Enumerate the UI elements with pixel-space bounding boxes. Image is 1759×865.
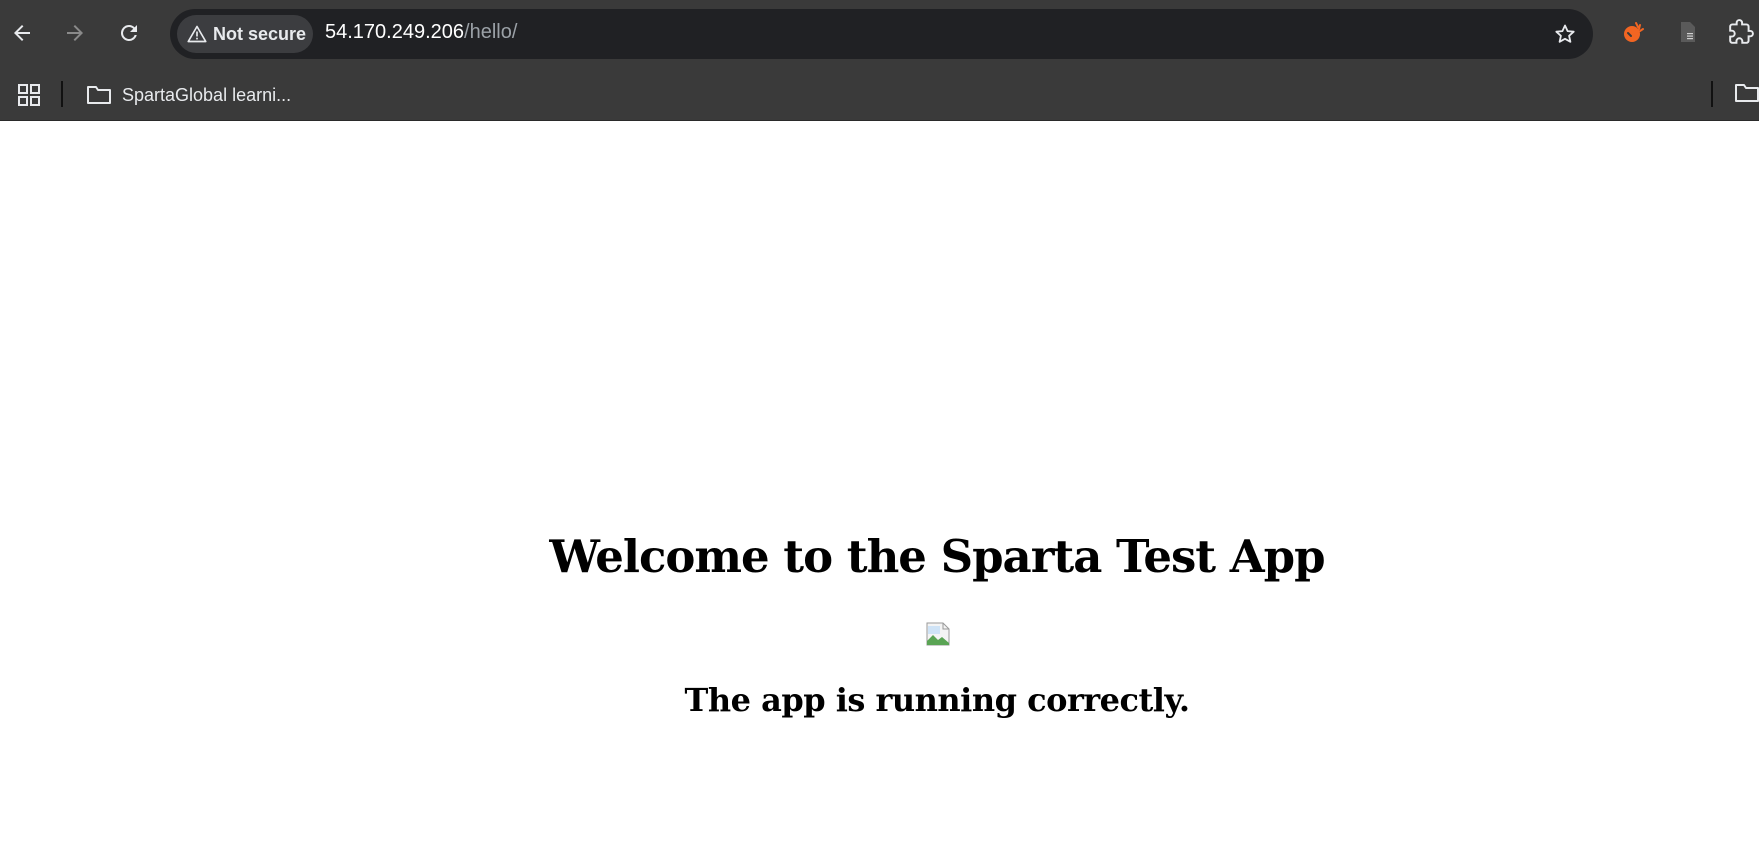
arrow-left-icon (14, 25, 30, 41)
document-extension-button[interactable] (1672, 16, 1704, 48)
url-host: 54.170.249.206 (325, 21, 465, 43)
url-text[interactable]: 54.170.249.206/hello/ (325, 21, 517, 44)
page-title: Welcome to the Sparta Test App (549, 530, 1325, 583)
back-button[interactable] (3, 14, 41, 52)
star-icon (1555, 24, 1575, 43)
extension-icon (1624, 22, 1644, 42)
document-icon (1681, 22, 1695, 42)
page-content: Welcome to the Sparta Test App The app i… (0, 122, 1759, 865)
security-label: Not secure (213, 23, 307, 44)
bookmarks-divider-right (1711, 81, 1713, 107)
warning-triangle-icon (187, 25, 207, 43)
browser-toolbar: Not secure 54.170.249.206/hello/ (0, 0, 1759, 68)
bookmarks-divider (61, 81, 63, 107)
extensions-button[interactable] (1725, 16, 1757, 48)
bookmark-star-button[interactable] (1551, 20, 1579, 48)
bookmark-folder-label: SpartaGlobal learni... (122, 84, 292, 105)
forward-button[interactable] (56, 14, 94, 52)
broken-image-icon (925, 621, 951, 647)
apps-grid-icon (18, 84, 40, 106)
apps-button[interactable] (14, 80, 44, 110)
url-path: /hello/ (464, 21, 518, 43)
security-chip[interactable]: Not secure (177, 15, 313, 53)
folder-icon (87, 86, 111, 104)
folder-icon (1735, 84, 1759, 102)
extension-button[interactable] (1618, 16, 1650, 48)
other-bookmarks-button[interactable] (1734, 82, 1759, 108)
arrow-right-icon (67, 25, 83, 41)
reload-icon (121, 24, 137, 41)
bookmark-folder[interactable]: SpartaGlobal learni... (86, 80, 291, 110)
page-subtitle: The app is running correctly. (684, 681, 1191, 719)
address-bar[interactable]: Not secure 54.170.249.206/hello/ (170, 9, 1593, 59)
bookmarks-bar: SpartaGlobal learni... (0, 68, 1759, 121)
reload-button[interactable] (110, 14, 148, 52)
puzzle-icon (1729, 19, 1754, 44)
